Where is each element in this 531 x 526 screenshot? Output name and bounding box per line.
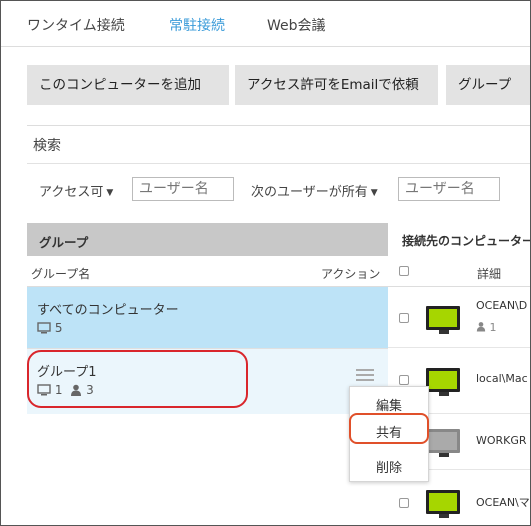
computer-user-count: 1 (489, 321, 497, 334)
computers-header: 接続先のコンピューター (402, 234, 531, 248)
search-label[interactable]: 検索 (33, 135, 61, 155)
group-name-column[interactable]: グループ名 (31, 265, 90, 282)
request-access-email-button[interactable]: アクセス許可をEmailで依頼 (235, 65, 438, 105)
monitor-icon (426, 490, 460, 518)
access-filter-dropdown[interactable]: アクセス可 ▼ (39, 181, 113, 200)
computer-count: 5 (54, 321, 63, 335)
caret-down-icon: ▼ (370, 188, 378, 198)
owner-name-input[interactable]: ユーザー名 (398, 177, 500, 201)
detail-column[interactable]: 詳細 (477, 265, 501, 282)
connection-tabs: ワンタイム接続 常駐接続 Web会議 (1, 1, 530, 47)
app-window: ワンタイム接続 常駐接続 Web会議 このコンピューターを追加 アクセス許可をE… (0, 0, 531, 526)
monitor-icon (426, 306, 460, 334)
row-checkbox[interactable] (399, 313, 409, 323)
highlight-oval-share (349, 413, 429, 444)
add-computer-button[interactable]: このコンピューターを追加 (27, 65, 229, 105)
group-name[interactable]: すべてのコンピューター (37, 299, 179, 318)
hamburger-menu-icon[interactable] (356, 369, 374, 383)
tab-one-time[interactable]: ワンタイム接続 (27, 15, 125, 35)
highlight-oval-group (27, 350, 248, 408)
access-filter-label: アクセス可 (39, 185, 104, 200)
owner-filter-label: 次のユーザーが所有 (251, 185, 368, 200)
tab-web-meeting[interactable]: Web会議 (267, 15, 326, 35)
action-column: アクション (321, 267, 381, 281)
user-icon (476, 322, 486, 332)
computer-name[interactable]: WORKGR (476, 434, 527, 447)
menu-item-delete[interactable]: 削除 (350, 457, 428, 476)
column-headers: グループ名 アクション 詳細 (27, 256, 530, 287)
computer-name[interactable]: OCEAN\マ (476, 494, 530, 510)
groups-header: グループ (27, 223, 388, 256)
row-checkbox[interactable] (399, 498, 409, 508)
monitor-icon (37, 322, 51, 334)
tab-resident[interactable]: 常駐接続 (169, 15, 225, 35)
monitor-icon (426, 368, 460, 396)
monitor-icon (426, 429, 460, 457)
owner-filter-dropdown[interactable]: 次のユーザーが所有 ▼ (251, 181, 378, 200)
caret-down-icon: ▼ (106, 188, 114, 198)
computer-name[interactable]: local\Mac (476, 372, 528, 385)
row-checkbox[interactable] (399, 375, 409, 385)
select-all-checkbox[interactable] (399, 266, 409, 276)
divider (27, 125, 530, 126)
computer-name[interactable]: OCEAN\D (476, 299, 527, 312)
user-name-input[interactable]: ユーザー名 (132, 177, 234, 201)
divider (27, 163, 530, 164)
menu-item-edit[interactable]: 編集 (350, 395, 428, 414)
computer-user: 1 (476, 321, 497, 334)
group-counts: 5 (37, 321, 62, 335)
group-row-all-computers[interactable]: すべてのコンピューター 5 (27, 287, 388, 348)
computer-row[interactable]: OCEAN\D 1 (388, 287, 530, 348)
group-button[interactable]: グループ (446, 65, 530, 105)
